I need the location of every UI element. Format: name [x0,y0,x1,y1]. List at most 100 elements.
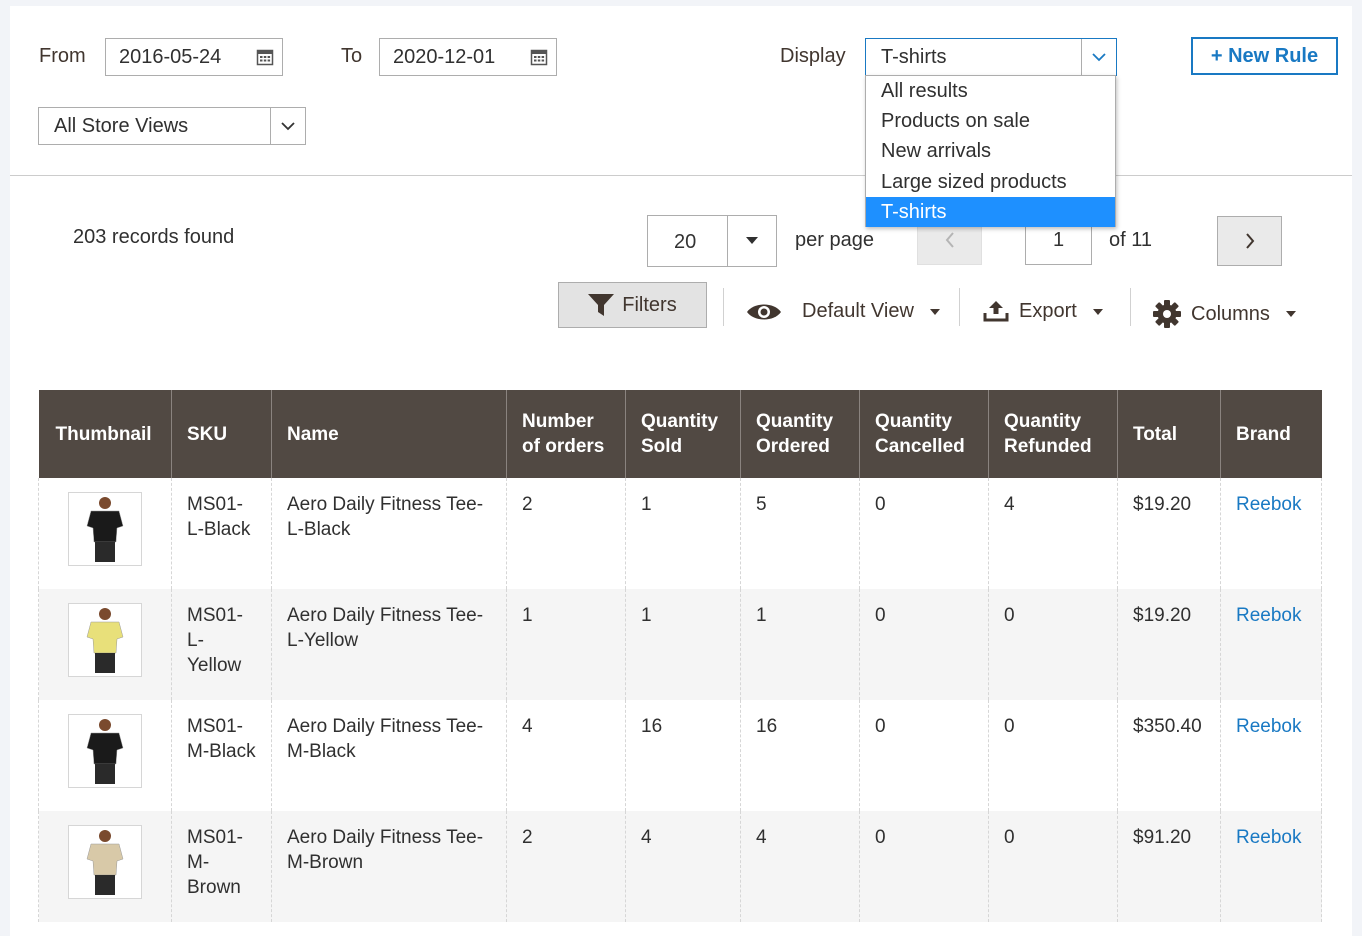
column-header-quantity-refunded[interactable]: Quantity Refunded [988,390,1118,478]
default-view-button[interactable]: Default View [746,300,940,323]
to-date-field[interactable]: 2020-12-01 [379,38,557,76]
product-thumbnail[interactable] [68,603,142,677]
toolbar-separator [723,288,724,326]
sku-cell: MS01-L-Yellow [171,589,272,700]
caret-down-icon [1285,311,1296,317]
refunded-cell: 0 [988,589,1118,700]
brand-cell[interactable]: Reebok [1220,811,1322,922]
total-pages-label: of 11 [1109,229,1152,251]
orders-cell: 4 [506,700,626,811]
column-header-sku[interactable]: SKU [171,390,272,478]
product-thumbnail[interactable] [68,492,142,566]
display-select[interactable]: T-shirts [865,38,1117,76]
name-cell: Aero Daily Fitness Tee-M-Brown [271,811,507,922]
refunded-cell: 0 [988,700,1118,811]
from-label: From [39,45,86,67]
column-header-quantity-ordered[interactable]: Quantity Ordered [740,390,860,478]
display-dropdown-menu: All results Products on sale New arrival… [865,75,1116,227]
default-view-label: Default View [802,300,914,322]
eye-icon [747,304,781,319]
columns-button[interactable]: Columns [1153,300,1296,328]
column-header-name[interactable]: Name [271,390,507,478]
thumbnail-cell [38,811,172,922]
table-row[interactable]: MS01-M-Black Aero Daily Fitness Tee-M-Bla… [38,700,1322,811]
column-header-quantity-sold[interactable]: Quantity Sold [625,390,741,478]
column-header-brand[interactable]: Brand [1220,390,1322,478]
chevron-down-icon[interactable] [1081,39,1116,75]
cancelled-cell: 0 [859,700,989,811]
product-image-icon [86,719,124,784]
name-cell: Aero Daily Fitness Tee-M-Black [271,700,507,811]
product-image-icon [86,608,124,673]
gear-icon [1153,300,1181,328]
total-cell: $91.20 [1117,811,1221,922]
toolbar-separator [959,288,960,326]
sold-cell: 1 [625,589,741,700]
table-row[interactable]: MS01-M-Brown Aero Daily Fitness Tee-M-Bro… [38,811,1322,922]
dropdown-option-large-sized-products[interactable]: Large sized products [866,167,1115,197]
export-button[interactable]: Export [983,300,1103,323]
ordered-cell: 16 [740,700,860,811]
brand-cell[interactable]: Reebok [1220,589,1322,700]
column-header-thumbnail[interactable]: Thumbnail [38,390,172,478]
product-image-icon [86,830,124,895]
sold-cell: 16 [625,700,741,811]
dropdown-option-new-arrivals[interactable]: New arrivals [866,136,1115,166]
sold-cell: 4 [625,811,741,922]
ordered-cell: 1 [740,589,860,700]
cancelled-cell: 0 [859,589,989,700]
product-thumbnail[interactable] [68,714,142,788]
dropdown-option-all-results[interactable]: All results [866,76,1115,106]
ordered-cell: 5 [740,478,860,589]
filters-button[interactable]: Filters [558,282,707,328]
display-select-value: T-shirts [881,46,947,68]
cancelled-cell: 0 [859,478,989,589]
column-header-quantity-cancelled[interactable]: Quantity Cancelled [859,390,989,478]
name-cell: Aero Daily Fitness Tee-L-Black [271,478,507,589]
column-header-number-of-orders[interactable]: Number of orders [506,390,626,478]
total-cell: $350.40 [1117,700,1221,811]
store-view-value: All Store Views [54,115,189,137]
table-row[interactable]: MS01-L-Yellow Aero Daily Fitness Tee-L-Ye… [38,589,1322,700]
table-row[interactable]: MS01-L-Black Aero Daily Fitness Tee-L-Bla… [38,478,1322,589]
chevron-down-icon[interactable] [270,108,305,144]
thumbnail-cell [38,589,172,700]
divider [10,175,1352,176]
thumbnail-cell [38,478,172,589]
column-header-total[interactable]: Total [1117,390,1221,478]
next-page-button[interactable] [1217,216,1282,266]
display-label: Display [780,45,846,67]
sku-cell: MS01-L-Black [171,478,272,589]
calendar-icon[interactable] [256,48,274,66]
caret-down-icon[interactable] [727,216,776,266]
caret-down-icon [1092,308,1103,315]
to-label: To [341,45,363,67]
dropdown-option-t-shirts[interactable]: T-shirts [866,196,1115,227]
dropdown-option-products-on-sale[interactable]: Products on sale [866,106,1115,136]
brand-cell[interactable]: Reebok [1220,478,1322,589]
from-date-value: 2016-05-24 [119,46,222,68]
refunded-cell: 4 [988,478,1118,589]
thumbnail-cell [38,700,172,811]
table-header-row: Thumbnail SKU Name Number of orders Quan… [38,390,1322,478]
orders-cell: 1 [506,589,626,700]
filter-icon [588,294,615,316]
product-thumbnail[interactable] [68,825,142,899]
to-date-value: 2020-12-01 [393,46,496,68]
sku-cell: MS01-M-Black [171,700,272,811]
per-page-value: 20 [674,231,697,253]
filters-label: Filters [622,293,677,316]
ordered-cell: 4 [740,811,860,922]
chevron-left-icon [945,232,954,248]
export-label: Export [1019,300,1077,322]
brand-cell[interactable]: Reebok [1220,700,1322,811]
product-image-icon [86,497,124,562]
store-view-select[interactable]: All Store Views [38,107,306,145]
calendar-icon[interactable] [530,48,548,66]
from-date-field[interactable]: 2016-05-24 [105,38,283,76]
per-page-select[interactable]: 20 [647,215,777,267]
chevron-right-icon [1245,233,1254,249]
sold-cell: 1 [625,478,741,589]
refunded-cell: 0 [988,811,1118,922]
new-rule-button[interactable]: + New Rule [1191,37,1338,75]
